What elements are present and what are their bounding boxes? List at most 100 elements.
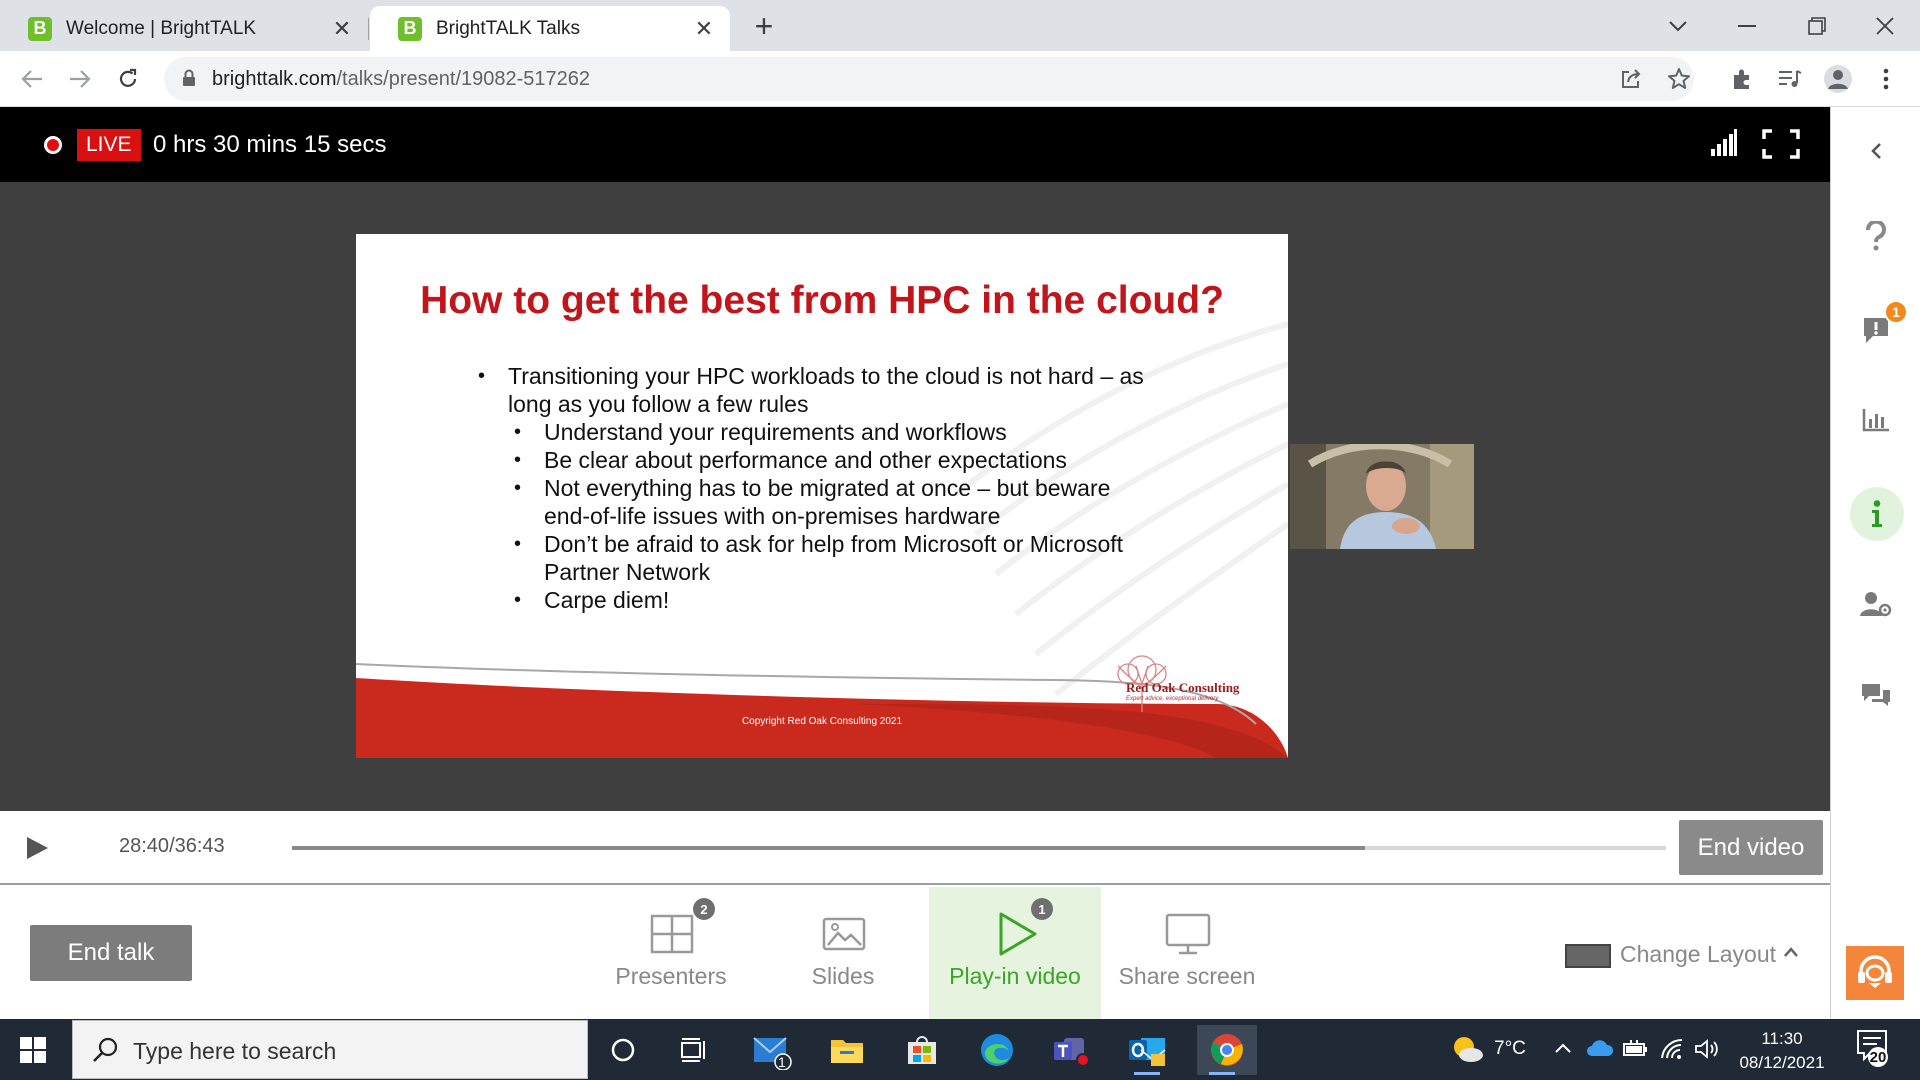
collapse-chevron-icon[interactable] [1853, 128, 1899, 174]
minimize-icon[interactable] [1727, 6, 1767, 46]
share-screen-button[interactable]: Share screen [1101, 887, 1273, 1019]
new-tab-icon[interactable]: + [748, 10, 780, 42]
file-explorer-icon[interactable] [822, 1025, 872, 1075]
slide-bullet: Transitioning your HPC workloads to the … [478, 362, 1158, 418]
back-icon[interactable] [12, 59, 52, 99]
play-outline-icon [999, 912, 1037, 956]
slide-copyright: Copyright Red Oak Consulting 2021 [741, 716, 903, 727]
chat-icon[interactable] [1853, 672, 1899, 718]
cortana-icon[interactable] [598, 1025, 648, 1075]
logo-tagline: Expert advice, exceptional delivery [1126, 696, 1219, 702]
clock-date: 08/12/2021 [1739, 1053, 1825, 1072]
bookmark-star-icon[interactable] [1667, 67, 1691, 96]
address-bar[interactable]: brighttalk.com/talks/present/19082-51726… [164, 57, 1694, 101]
live-elapsed-time: 0 hrs 30 mins 15 secs [153, 131, 387, 158]
url-text[interactable]: brighttalk.com/talks/present/19082-51726… [212, 68, 590, 91]
brighttalk-favicon: B [28, 16, 52, 41]
signal-strength-icon [1710, 129, 1738, 162]
profile-avatar-icon[interactable] [1818, 59, 1858, 99]
tray-overflow-chevron-icon[interactable] [1554, 1041, 1572, 1059]
weather-icon[interactable] [1450, 1034, 1484, 1069]
tab-divider [368, 18, 369, 40]
play-button[interactable] [24, 835, 50, 866]
progress-track[interactable] [292, 846, 1666, 850]
microsoft-store-icon[interactable] [897, 1025, 947, 1075]
current-time: 28:40 [119, 835, 170, 857]
volume-icon[interactable] [1694, 1038, 1720, 1065]
headset-support-icon [1858, 955, 1892, 988]
end-talk-button[interactable]: End talk [30, 925, 192, 981]
slide-bullet: Understand your requirements and workflo… [514, 418, 1158, 446]
system-clock[interactable]: 11:30 08/12/2021 [1734, 1027, 1830, 1075]
poll-chart-icon[interactable] [1853, 397, 1899, 443]
slides-button[interactable]: Slides [757, 887, 929, 1019]
logo-name: Red Oak Consulting [1126, 680, 1240, 695]
browser-menu-icon[interactable] [1866, 59, 1906, 99]
url-path: /talks/present/19082-517262 [336, 68, 591, 90]
layout-thumbnail-icon[interactable] [1565, 944, 1611, 968]
mail-app-icon[interactable]: 1 [747, 1025, 797, 1075]
close-window-icon[interactable] [1865, 6, 1905, 46]
clock-time: 11:30 [1761, 1029, 1803, 1048]
extensions-puzzle-icon[interactable] [1722, 59, 1762, 99]
brighttalk-favicon: B [398, 16, 422, 41]
presenter-controls: End talk 2 Presenters Slides 1 Play-in v… [0, 887, 1830, 1019]
reload-icon[interactable] [108, 59, 148, 99]
onedrive-cloud-icon[interactable] [1586, 1039, 1614, 1062]
tab-search-chevron-icon[interactable] [1658, 6, 1698, 46]
tab-brighttalk-talks[interactable]: B BrightTALK Talks ✕ [370, 6, 730, 51]
support-button[interactable] [1846, 946, 1904, 1000]
edge-browser-icon[interactable] [972, 1025, 1022, 1075]
info-button[interactable] [1850, 487, 1904, 541]
slide: How to get the best from HPC in the clou… [356, 234, 1288, 758]
end-video-button[interactable]: End video [1679, 820, 1823, 875]
restore-icon[interactable] [1797, 6, 1837, 46]
image-icon [822, 917, 866, 951]
mail-unread-badge: 1 [778, 1054, 786, 1070]
live-badge: LIVE [77, 129, 141, 161]
monitor-icon [1165, 913, 1211, 955]
slide-bullet: Be clear about performance and other exp… [514, 446, 1158, 474]
change-layout-button[interactable]: Change Layout [1620, 941, 1776, 968]
presenters-button[interactable]: 2 Presenters [585, 887, 757, 1019]
progress-fill [292, 846, 1366, 850]
teams-icon[interactable] [1047, 1025, 1097, 1075]
presenter-video[interactable] [1290, 444, 1474, 549]
slide-bullet: Carpe diem! [514, 586, 1158, 614]
fullscreen-icon[interactable] [1762, 129, 1800, 164]
share-icon[interactable] [1620, 68, 1642, 95]
taskbar-search-box[interactable]: Type here to search [72, 1020, 588, 1079]
windows-start-icon[interactable] [20, 1037, 46, 1068]
tab-title: BrightTALK Talks [436, 17, 580, 39]
user-settings-icon[interactable] [1853, 581, 1899, 627]
play-in-video-button[interactable]: 1 Play-in video [929, 887, 1101, 1019]
url-host: brighttalk.com [212, 68, 337, 90]
task-view-icon[interactable] [669, 1025, 719, 1075]
battery-power-icon[interactable] [1622, 1039, 1650, 1064]
chevron-up-icon[interactable] [1783, 945, 1799, 963]
forward-icon[interactable] [60, 59, 100, 99]
play-in-video-label: Play-in video [949, 963, 1081, 989]
close-tab-icon[interactable]: ✕ [330, 16, 354, 42]
close-tab-icon[interactable]: ✕ [692, 16, 716, 42]
playback-time: 28:40/36:43 [119, 835, 225, 858]
outlook-icon[interactable] [1122, 1025, 1172, 1075]
lock-icon[interactable] [182, 69, 196, 92]
presentation-stage: How to get the best from HPC in the clou… [0, 182, 1830, 811]
tab-welcome[interactable]: B Welcome | BrightTALK ✕ [0, 6, 368, 51]
video-player-bar: 28:40/36:43 End video [0, 811, 1830, 885]
slide-bullet-list: Transitioning your HPC workloads to the … [478, 362, 1158, 614]
wifi-icon[interactable] [1660, 1038, 1684, 1065]
help-icon[interactable] [1853, 213, 1899, 259]
chrome-icon[interactable] [1197, 1025, 1257, 1075]
notification-center-icon[interactable]: 20 [1856, 1027, 1890, 1072]
temperature-text[interactable]: 7°C [1494, 1038, 1526, 1060]
browser-toolbar: brighttalk.com/talks/present/19082-51726… [0, 51, 1920, 107]
share-screen-label: Share screen [1118, 963, 1256, 989]
taskbar-search-placeholder: Type here to search [133, 1038, 337, 1064]
live-status-bar: LIVE 0 hrs 30 mins 15 secs [0, 107, 1830, 182]
slides-label: Slides [811, 963, 875, 989]
alerts-count-badge: 1 [1884, 300, 1908, 324]
right-side-rail [1830, 107, 1920, 1019]
media-queue-icon[interactable] [1770, 59, 1810, 99]
